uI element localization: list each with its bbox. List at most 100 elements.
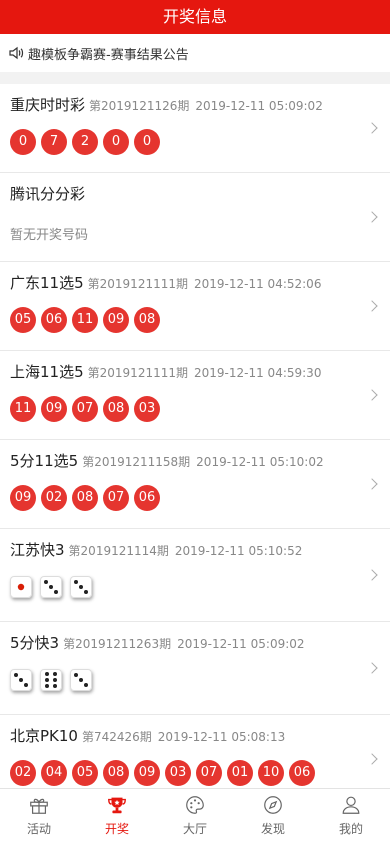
lottery-issue: 第20191211263期: [63, 637, 172, 651]
lottery-issue: 第2019121114期: [68, 544, 169, 558]
lottery-item[interactable]: 5分11选5 第20191211158期 2019-12-11 05:10:02…: [0, 440, 390, 529]
section-gap: [0, 72, 390, 84]
lottery-item[interactable]: 江苏快3 第2019121114期 2019-12-11 05:10:52: [0, 529, 390, 622]
die-pip: [79, 585, 83, 589]
number-ball: 0: [103, 129, 129, 155]
lottery-item[interactable]: 5分快3 第20191211263期 2019-12-11 05:09:02: [0, 622, 390, 715]
lottery-name: 广东11选5: [10, 274, 84, 292]
lottery-item[interactable]: 广东11选5 第2019121111期 2019-12-11 04:52:06 …: [0, 262, 390, 351]
die-pip: [79, 678, 83, 682]
chevron-right-icon: [366, 211, 378, 223]
number-ball: 07: [103, 485, 129, 511]
lottery-time: 2019-12-11 05:09:02: [177, 637, 305, 651]
die-pip: [49, 585, 53, 589]
number-ball: 10: [258, 760, 284, 786]
lottery-name: 5分快3: [10, 634, 60, 652]
gift-icon: [30, 798, 48, 814]
dice-row: [10, 669, 380, 691]
number-ball: 08: [103, 396, 129, 422]
lottery-item[interactable]: 重庆时时彩 第2019121126期 2019-12-11 05:09:02 0…: [0, 84, 390, 173]
number-ball: 0: [10, 129, 36, 155]
tab-label: 开奖: [104, 822, 129, 836]
number-ball: 02: [10, 760, 36, 786]
number-ball: 08: [134, 307, 160, 333]
number-ball: 09: [103, 307, 129, 333]
number-ball: 07: [196, 760, 222, 786]
die-pip: [24, 683, 28, 687]
die-pip: [53, 678, 57, 682]
die-pip: [74, 580, 78, 584]
palette-icon: [186, 796, 204, 814]
tab-lottery-results[interactable]: 开奖: [78, 789, 156, 841]
number-ball: 02: [41, 485, 67, 511]
die-pip: [45, 678, 49, 682]
page-header: 开奖信息: [0, 0, 390, 34]
lottery-item[interactable]: 上海11选5 第2019121111期 2019-12-11 04:59:30 …: [0, 351, 390, 440]
number-ball: 06: [41, 307, 67, 333]
tab-activity[interactable]: 活动: [0, 789, 78, 841]
notice-text: 趣模板争霸赛-赛事结果公告: [28, 47, 189, 63]
lottery-issue: 第2019121111期: [87, 366, 188, 380]
lottery-issue: 第2019121111期: [87, 277, 188, 291]
number-ball: 2: [72, 129, 98, 155]
lottery-time: 2019-12-11 04:59:30: [194, 366, 322, 380]
number-ball: 01: [227, 760, 253, 786]
tab-label: 发现: [260, 822, 285, 836]
die-face-3: [70, 576, 92, 598]
number-balls: 02 04 05 08 09 03 07 01 10 06: [10, 760, 380, 786]
tab-label: 活动: [26, 822, 51, 836]
number-ball: 07: [72, 396, 98, 422]
lottery-issue: 第2019121126期: [89, 99, 190, 113]
die-pip: [44, 580, 48, 584]
lottery-issue: 第742426期: [81, 730, 152, 744]
lottery-time: 2019-12-11 05:09:02: [195, 99, 323, 113]
lottery-time: 2019-12-11 04:52:06: [194, 277, 322, 291]
lottery-list: 重庆时时彩 第2019121126期 2019-12-11 05:09:02 0…: [0, 84, 390, 788]
die-pip: [84, 590, 88, 594]
number-ball: 09: [134, 760, 160, 786]
die-face-1: [10, 576, 32, 598]
die-pip: [84, 683, 88, 687]
number-ball: 0: [134, 129, 160, 155]
tab-label: 大厅: [182, 822, 207, 836]
tab-profile[interactable]: 我的: [312, 789, 390, 841]
number-ball: 11: [72, 307, 98, 333]
die-face-3: [70, 669, 92, 691]
number-ball: 03: [165, 760, 191, 786]
die-pip: [54, 590, 58, 594]
number-ball: 08: [72, 485, 98, 511]
lottery-time: 2019-12-11 05:10:02: [196, 455, 324, 469]
lottery-name: 上海11选5: [10, 363, 84, 381]
lottery-name: 5分11选5: [10, 452, 79, 470]
tab-discover[interactable]: 发现: [234, 789, 312, 841]
number-ball: 03: [134, 396, 160, 422]
number-ball: 7: [41, 129, 67, 155]
number-ball: 11: [10, 396, 36, 422]
die-pip: [45, 672, 49, 676]
number-balls: 11 09 07 08 03: [10, 396, 380, 422]
number-ball: 09: [10, 485, 36, 511]
compass-icon: [264, 796, 282, 814]
number-balls: 09 02 08 07 06: [10, 485, 380, 511]
lottery-item[interactable]: 腾讯分分彩 暂无开奖号码: [0, 173, 390, 262]
lottery-item[interactable]: 北京PK10 第742426期 2019-12-11 05:08:13 02 0…: [0, 715, 390, 788]
die-pip: [74, 673, 78, 677]
notice-bar[interactable]: 趣模板争霸赛-赛事结果公告: [0, 34, 390, 72]
tab-hall[interactable]: 大厅: [156, 789, 234, 841]
number-ball: 04: [41, 760, 67, 786]
number-ball: 05: [10, 307, 36, 333]
die-pip: [45, 684, 49, 688]
die-pip: [19, 678, 23, 682]
number-ball: 05: [72, 760, 98, 786]
lottery-issue: 第20191211158期: [82, 455, 191, 469]
lottery-name: 北京PK10: [10, 727, 78, 745]
number-ball: 06: [134, 485, 160, 511]
speaker-icon: [9, 46, 24, 60]
die-pip: [53, 672, 57, 676]
bottom-tab-bar: 活动 开奖 大厅 发现 我的: [0, 788, 390, 841]
die-pip: [53, 684, 57, 688]
user-icon: [342, 796, 360, 814]
die-face-3: [10, 669, 32, 691]
page-title: 开奖信息: [162, 7, 227, 26]
number-ball: 06: [289, 760, 315, 786]
